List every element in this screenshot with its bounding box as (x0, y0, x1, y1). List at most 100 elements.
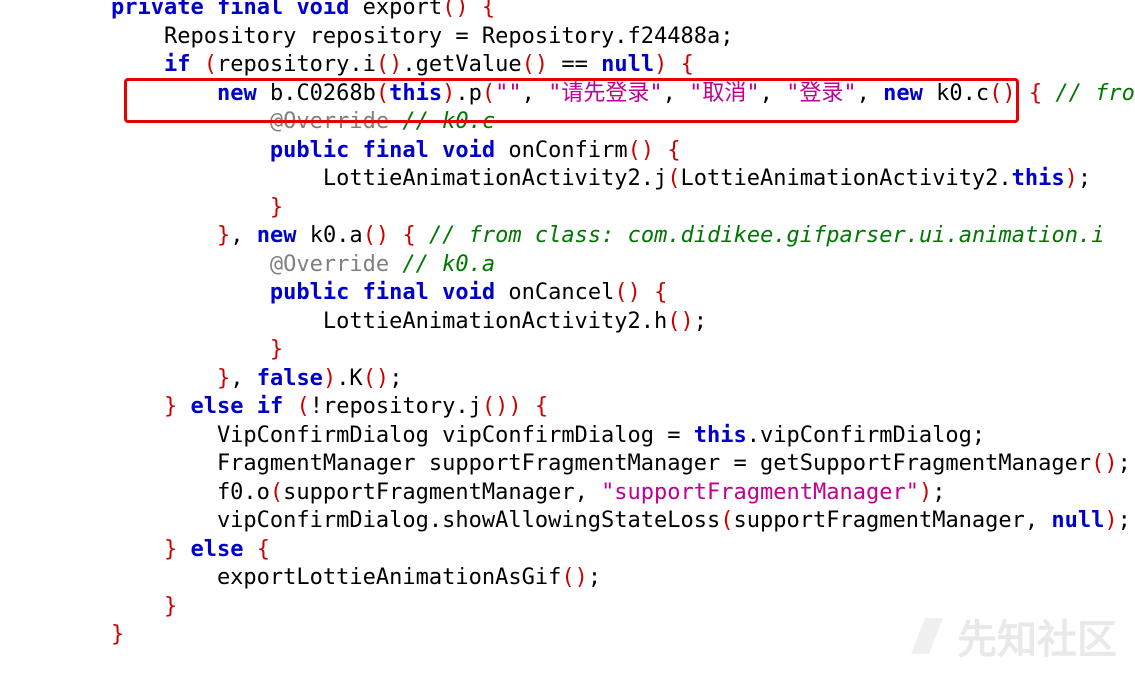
code-token: ; (389, 365, 403, 391)
code-token: ) (918, 479, 933, 505)
code-token: !repository.j (309, 394, 482, 419)
code-token: "取消" (689, 80, 760, 106)
code-token: } (163, 394, 178, 419)
code-token: ; (1117, 508, 1131, 533)
code-token: } (216, 365, 231, 391)
code-editor[interactable]: private final void export() { Repository… (58, 0, 1135, 650)
code-line: public final void onConfirm() { (58, 137, 1135, 166)
watermark: 先知社区 (905, 607, 1117, 665)
code-token: ; (587, 565, 602, 590)
code-token: () (521, 52, 549, 77)
code-line: public final void onCancel() { (58, 279, 1135, 308)
code-token: () (561, 565, 588, 590)
code-token: () (442, 0, 469, 20)
code-token: LottieAnimationActivity2.h (58, 308, 668, 334)
code-token: ( (720, 508, 734, 533)
code-token: repository.i (216, 52, 376, 77)
code-token: onCancel (495, 280, 615, 305)
code-token: false (256, 365, 323, 391)
code-token: } (216, 223, 231, 248)
code-token: () (614, 280, 641, 305)
code-token: ( (481, 80, 496, 106)
code-token: public (269, 280, 350, 305)
code-token: ( (203, 52, 217, 77)
code-line: @Override // k0.a (58, 251, 1135, 280)
code-token: () (375, 52, 403, 77)
code-token: @Override (269, 109, 390, 134)
code-token: void (442, 280, 496, 305)
code-token: this (389, 80, 443, 106)
code-token: .p (455, 80, 482, 106)
code-token: ) (322, 365, 337, 391)
code-line: FragmentManager supportFragmentManager =… (58, 450, 1135, 479)
code-token: final (362, 137, 429, 163)
code-token: onConfirm (495, 137, 628, 163)
code-token: vipConfirmDialog.showAllowingStateLoss (58, 508, 721, 533)
code-token: LottieAnimationActivity2.j (58, 166, 668, 191)
code-token: () (362, 223, 390, 248)
code-token: ) (1064, 166, 1078, 191)
code-token: { (402, 223, 416, 248)
code-line: LottieAnimationActivity2.j(LottieAnimati… (58, 165, 1135, 194)
code-token: () (627, 137, 655, 163)
code-token: // from c (1055, 80, 1135, 106)
watermark-logo-icon (911, 618, 943, 654)
code-token: .K (336, 365, 363, 391)
code-line: Repository repository = Repository.f2448… (58, 23, 1135, 52)
code-token: { (256, 536, 270, 562)
code-token: { (534, 394, 549, 419)
code-token: } (110, 622, 125, 647)
code-token: { (1028, 80, 1043, 106)
code-token: // from class: com.didikee.gifparser.ui.… (428, 223, 1105, 248)
code-token: null (1051, 508, 1105, 533)
code-token: null (601, 52, 655, 77)
code-token: @Override (269, 251, 390, 277)
code-token: export (349, 0, 443, 20)
code-token: b.C0268b (256, 80, 376, 106)
code-token: ( (667, 166, 681, 191)
code-line: }, false).K(); (58, 365, 1135, 394)
code-token: { (481, 0, 496, 20)
code-token: k0.c (922, 80, 990, 106)
code-token: // k0.a (402, 251, 496, 277)
code-token: f0.o (58, 479, 270, 505)
code-token: ) (654, 52, 668, 77)
code-line: vipConfirmDialog.showAllowingStateLoss(s… (58, 507, 1135, 536)
code-token: void (296, 0, 350, 20)
watermark-text: 先知社区 (957, 617, 1117, 663)
code-token: } (269, 194, 284, 220)
code-token: final (216, 0, 284, 20)
code-token: .vipConfirmDialog; (746, 422, 986, 448)
code-token: () (362, 365, 390, 391)
code-token: ; (932, 479, 946, 505)
code-line: } (58, 336, 1135, 365)
code-token: FragmentManager supportFragmentManager =… (58, 451, 1092, 476)
code-token: LottieAnimationActivity2. (680, 166, 1012, 191)
code-token: supportFragmentManager, (733, 508, 1052, 533)
code-line: VipConfirmDialog vipConfirmDialog = this… (58, 422, 1135, 451)
code-token: } (269, 337, 284, 362)
code-token: , (230, 223, 257, 248)
code-token: , (662, 80, 690, 106)
